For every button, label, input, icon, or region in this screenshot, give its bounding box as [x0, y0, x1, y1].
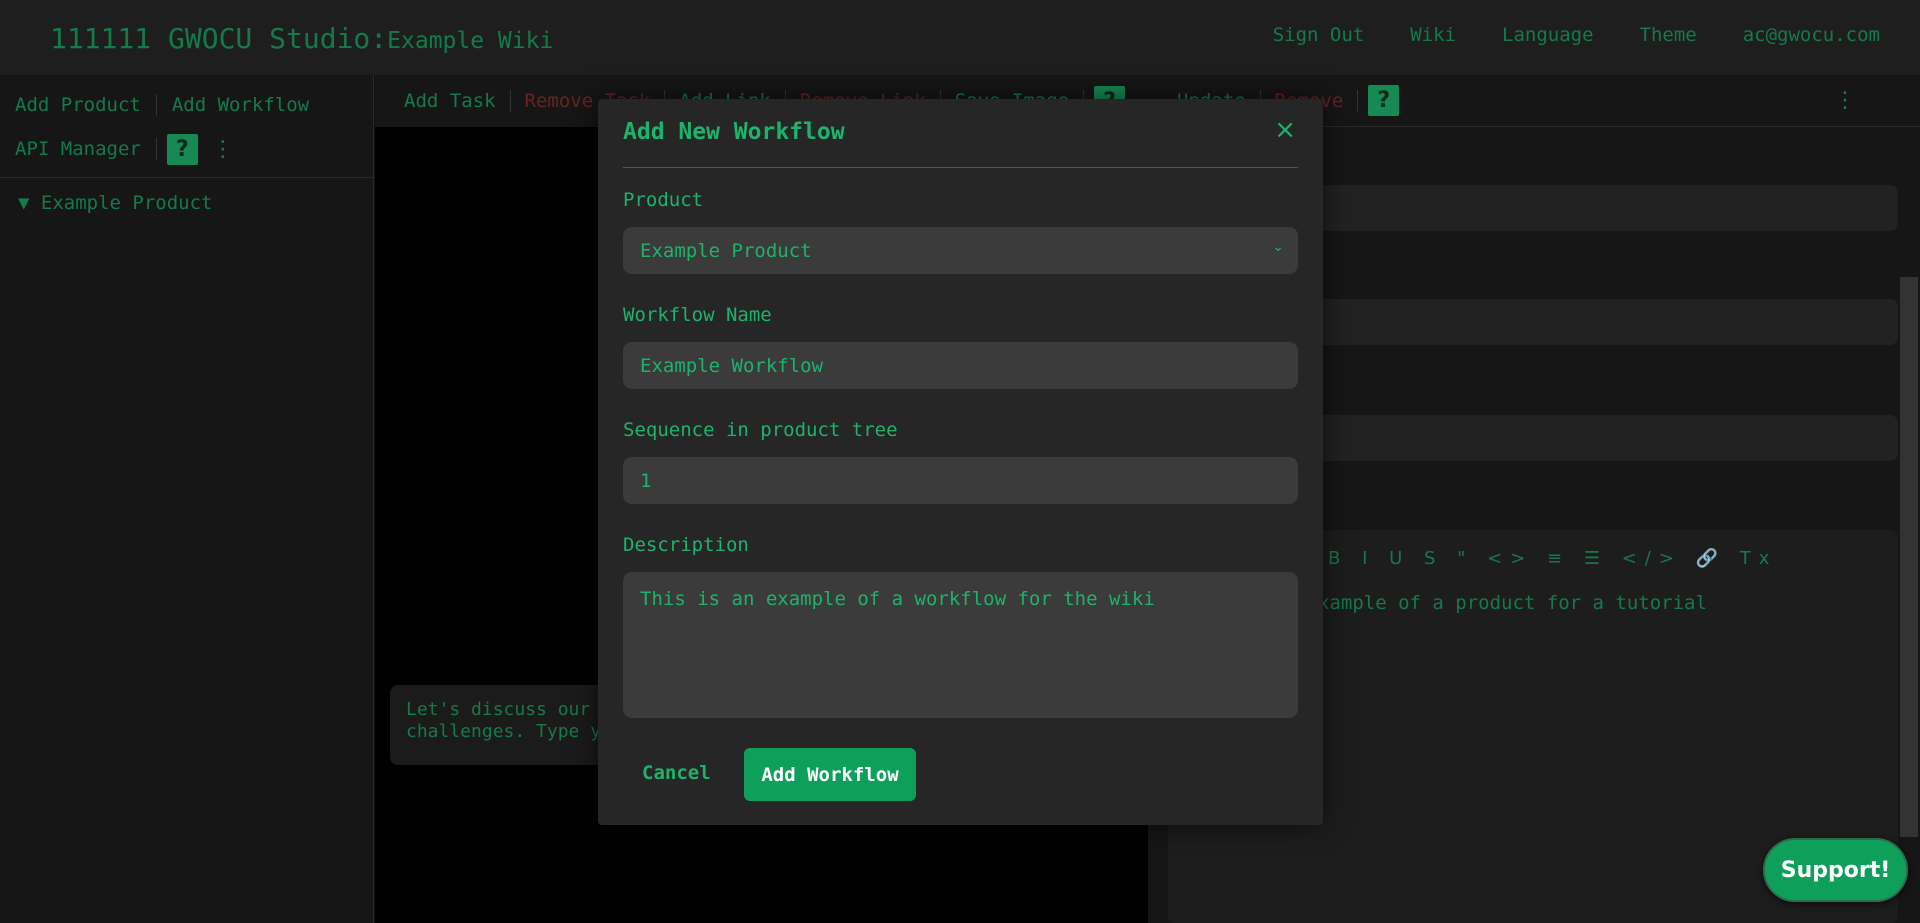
more-options-icon[interactable]: ⋮ — [1820, 88, 1870, 113]
dialog-header: Add New Workflow × — [623, 115, 1298, 168]
add-task-button[interactable]: Add Task — [390, 90, 511, 112]
help-icon[interactable]: ? — [166, 133, 198, 165]
brand-name: 111111 GWOCU Studio: — [50, 22, 388, 55]
help-wrapper: ? — [157, 133, 198, 165]
nav-theme[interactable]: Theme — [1640, 24, 1697, 46]
description-textarea[interactable]: This is an example of a workflow for the… — [623, 572, 1298, 718]
nav-sign-out[interactable]: Sign Out — [1273, 24, 1365, 46]
nav-language[interactable]: Language — [1502, 24, 1594, 46]
sequence-label: Sequence in product tree — [623, 419, 898, 441]
add-workflow-button[interactable]: Add Workflow — [157, 94, 324, 116]
add-product-button[interactable]: Add Product — [0, 94, 157, 116]
sidebar-toolbar: Add Product Add Workflow API Manager ? ⋮ — [0, 75, 373, 178]
support-button[interactable]: Support! — [1763, 838, 1908, 902]
app-title: 111111 GWOCU Studio:Example Wiki — [50, 22, 553, 55]
top-bar: 111111 GWOCU Studio:Example Wiki Sign Ou… — [0, 0, 1920, 75]
help-wrapper: ? — [1358, 85, 1400, 116]
top-nav: Sign Out Wiki Language Theme ac@gwocu.co… — [1273, 24, 1880, 46]
workflow-name-label: Workflow Name — [623, 304, 772, 326]
description-label: Description — [623, 534, 749, 556]
editor-content[interactable]: xample of a product for a tutorial — [1318, 592, 1707, 614]
api-manager-button[interactable]: API Manager — [0, 138, 157, 160]
workflow-name-input[interactable]: Example Workflow — [623, 342, 1298, 389]
cancel-button[interactable]: Cancel — [642, 762, 711, 784]
add-workflow-submit-button[interactable]: Add Workflow — [744, 748, 916, 801]
help-icon[interactable]: ? — [1368, 85, 1400, 116]
wiki-name: Example Wiki — [387, 28, 554, 54]
editor-toolbar[interactable]: B I U S " <> ≡ ☰ </> 🔗 Tx — [1328, 548, 1777, 569]
scrollbar[interactable] — [1898, 127, 1920, 923]
dialog-title: Add New Workflow — [623, 119, 845, 145]
more-options-icon[interactable]: ⋮ — [198, 137, 248, 162]
close-icon[interactable]: × — [1274, 115, 1296, 145]
add-workflow-dialog: Add New Workflow × Product Example Produ… — [598, 99, 1323, 825]
sidebar: Add Product Add Workflow API Manager ? ⋮… — [0, 75, 374, 923]
product-select-value: Example Product — [640, 239, 812, 262]
nav-user-email[interactable]: ac@gwocu.com — [1743, 24, 1880, 46]
chevron-down-icon: ⌄ — [1272, 239, 1284, 255]
scrollbar-thumb[interactable] — [1900, 277, 1918, 837]
product-select[interactable]: Example Product ⌄ — [623, 227, 1298, 274]
product-label: Product — [623, 189, 704, 211]
tree-item-example-product[interactable]: ▼ Example Product — [0, 178, 373, 228]
sequence-input[interactable]: 1 — [623, 457, 1298, 504]
nav-wiki[interactable]: Wiki — [1410, 24, 1456, 46]
